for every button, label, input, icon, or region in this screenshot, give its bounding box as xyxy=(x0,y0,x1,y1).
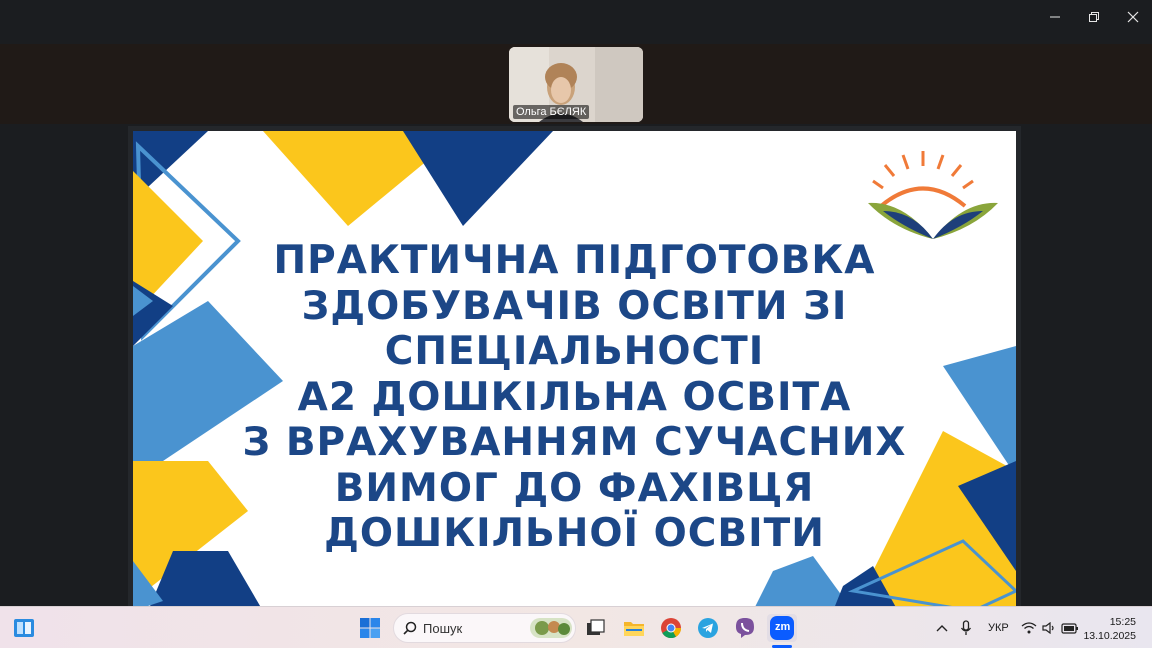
file-explorer-icon xyxy=(624,622,644,636)
task-view-button[interactable] xyxy=(582,614,610,642)
start-icon xyxy=(360,618,380,638)
widgets-icon xyxy=(14,619,34,637)
zoom-label: zm xyxy=(775,621,791,633)
viber-button[interactable] xyxy=(731,614,759,642)
title-line: ПРАКТИЧНА ПІДГОТОВКА xyxy=(273,238,876,283)
search-highlight-icon xyxy=(530,618,572,638)
chrome-button[interactable] xyxy=(657,614,685,642)
title-line: СПЕЦІАЛЬНОСТІ xyxy=(384,329,765,374)
restore-button[interactable] xyxy=(1074,0,1114,34)
title-line: А2 ДОШКІЛЬНА ОСВІТА xyxy=(297,374,852,420)
microphone-icon xyxy=(960,620,972,635)
window-titlebar xyxy=(0,0,1152,44)
chevron-up-icon xyxy=(936,625,948,632)
search-icon xyxy=(403,621,417,635)
slide-title: ПРАКТИЧНА ПІДГОТОВКА ЗДОБУВАЧІВ ОСВІТИ З… xyxy=(133,238,1016,557)
system-clock[interactable]: 15:25 13.10.2025 xyxy=(1083,615,1136,643)
minimize-button[interactable] xyxy=(1035,0,1075,34)
minimize-icon xyxy=(1050,16,1060,18)
battery-button[interactable] xyxy=(1056,614,1084,642)
start-button[interactable] xyxy=(356,614,384,642)
participant-video-tile[interactable]: Ольга БЄЛЯК xyxy=(509,47,643,122)
title-line: ЗДОБУВАЧІВ ОСВІТИ ЗІ xyxy=(301,283,848,329)
presentation-slide: ПРАКТИЧНА ПІДГОТОВКА ЗДОБУВАЧІВ ОСВІТИ З… xyxy=(128,126,1021,606)
taskbar: Пошук zm УКР 15:25 13.10.2025 xyxy=(0,606,1152,648)
volume-icon xyxy=(1042,622,1054,634)
telegram-icon xyxy=(698,618,718,638)
task-view-icon xyxy=(587,619,605,635)
taskbar-search[interactable]: Пошук xyxy=(393,613,576,643)
search-placeholder: Пошук xyxy=(423,620,463,636)
title-line: З ВРАХУВАННЯМ СУЧАСНИХ xyxy=(242,420,907,465)
widgets-button[interactable] xyxy=(10,614,38,642)
file-explorer-button[interactable] xyxy=(620,614,648,642)
language-indicator[interactable]: УКР xyxy=(988,622,1009,634)
zoom-button[interactable]: zm xyxy=(767,614,797,642)
title-line: ВИМОГ ДО ФАХІВЦЯ xyxy=(334,465,815,511)
viber-icon xyxy=(736,618,754,638)
battery-icon xyxy=(1061,623,1078,634)
logo-icon xyxy=(868,151,998,239)
chrome-icon xyxy=(661,618,682,639)
participant-name: Ольга БЄЛЯК xyxy=(513,105,590,119)
restore-icon xyxy=(1089,12,1099,22)
close-button[interactable] xyxy=(1113,0,1152,34)
clock-date: 13.10.2025 xyxy=(1083,630,1136,642)
close-icon xyxy=(1127,11,1139,23)
clock-time: 15:25 xyxy=(1109,616,1136,628)
telegram-button[interactable] xyxy=(694,614,722,642)
microphone-button[interactable] xyxy=(952,614,980,642)
title-line: ДОШКІЛЬНОЇ ОСВІТИ xyxy=(324,511,825,556)
